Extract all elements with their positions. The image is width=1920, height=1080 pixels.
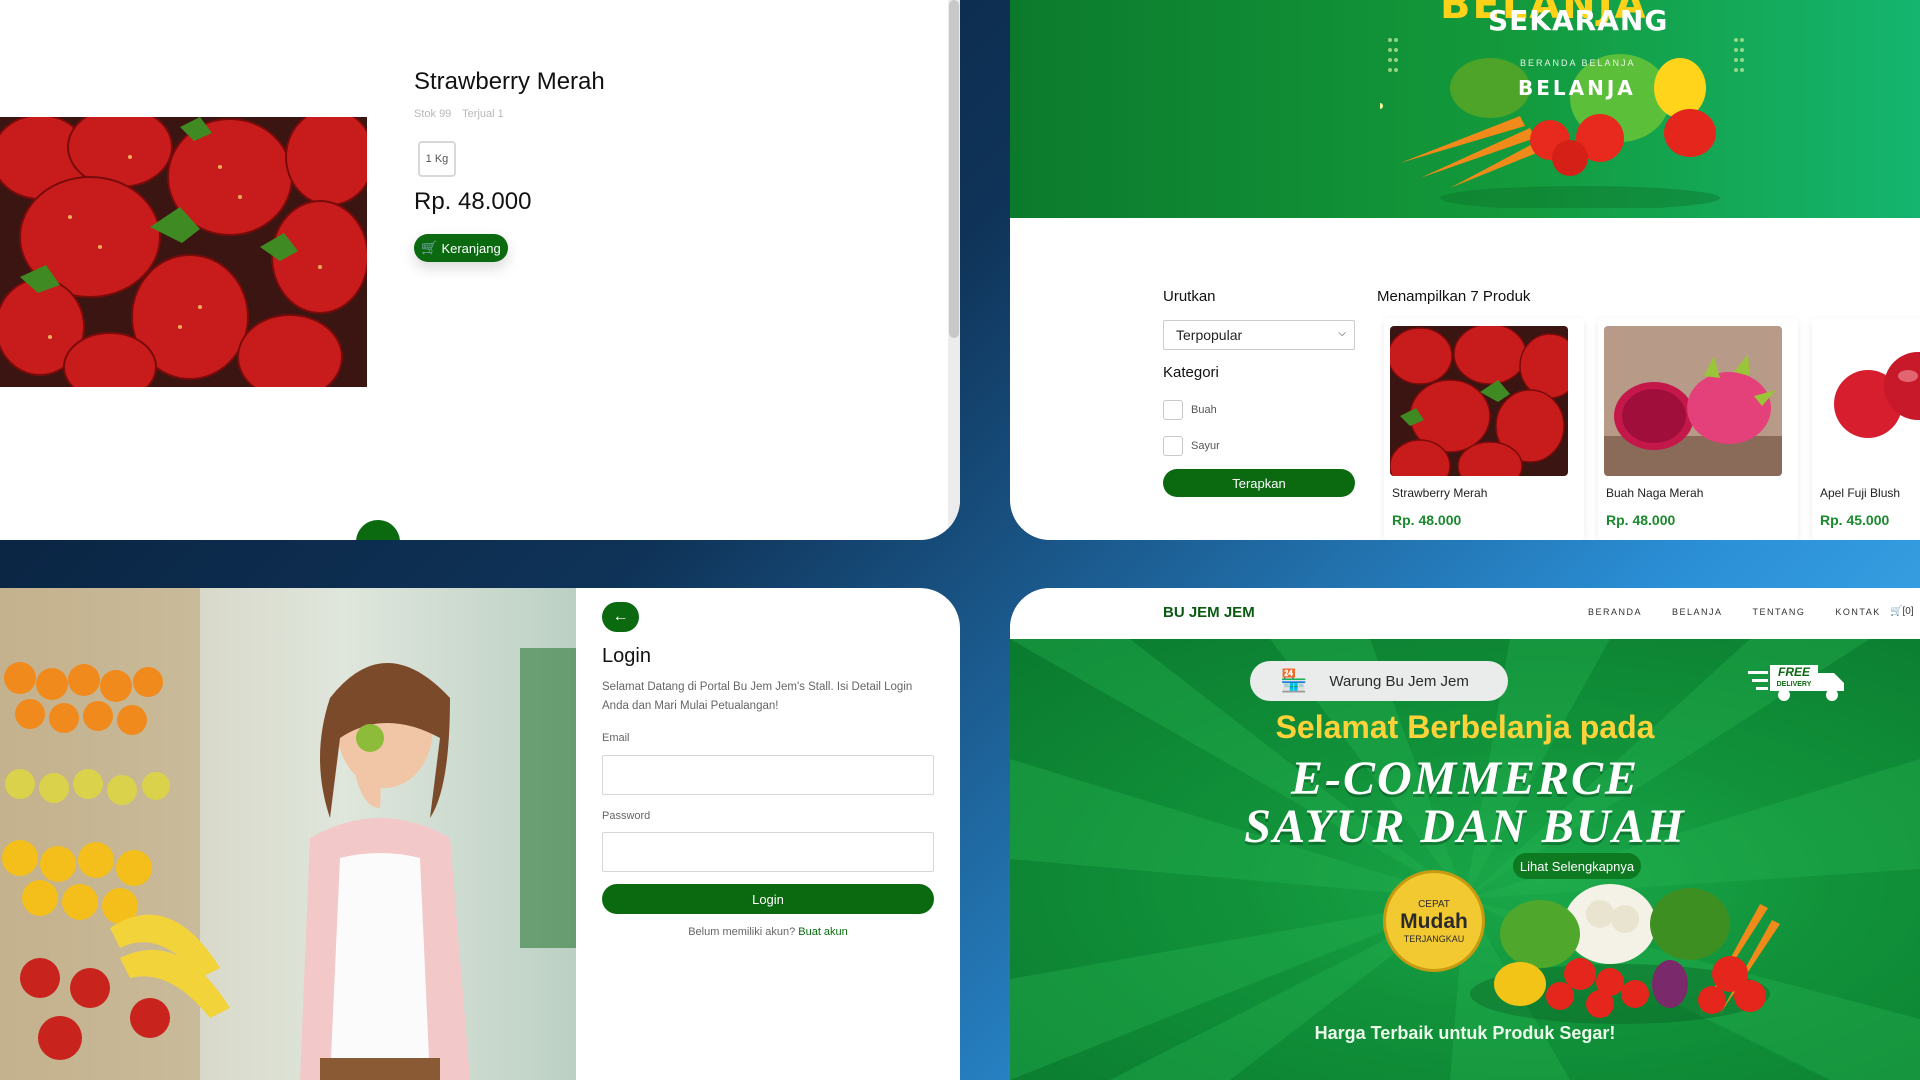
product-price: Rp. 48.000 [1606, 512, 1676, 528]
chevron-down-icon: ⌵ [1338, 328, 1346, 339]
product-image [1604, 326, 1782, 476]
product-name: Strawberry Merah [1392, 486, 1488, 500]
shop-panel: BELANJA SEKARANG BERANDA BELANJA BELANJA… [1010, 0, 1920, 540]
product-price: Rp. 48.000 [1392, 512, 1462, 528]
cart-icon: 🛒 [421, 240, 438, 255]
product-name: Apel Fuji Blush [1820, 486, 1901, 500]
cart-button[interactable]: 🛒[0] [1890, 606, 1914, 617]
badge-bottom: TERJANGKAU [1403, 933, 1465, 944]
hero-banner: 🏪 Warung Bu Jem Jem FREE DELIVERY Selama… [1010, 639, 1920, 1080]
product-price: Rp. 48.000 [414, 188, 532, 215]
signup-text: Belum memiliki akun? [688, 926, 796, 938]
nav-item-belanja[interactable]: BELANJA [1672, 607, 1723, 617]
home-panel: BU JEM JEM BERANDA BELANJA TENTANG KONTA… [1010, 588, 1920, 1080]
product-card[interactable]: Apel Fuji Blush Rp. 45.000 [1812, 318, 1920, 540]
floating-button[interactable] [356, 520, 400, 540]
category-option-sayur[interactable]: Sayur [1163, 436, 1220, 456]
hero-title-line2: SAYUR DAN BUAH [1244, 800, 1686, 853]
signup-link[interactable]: Buat akun [798, 926, 848, 938]
add-to-cart-button[interactable]: 🛒 Keranjang [414, 234, 508, 262]
banner-breadcrumb: BERANDA BELANJA [1520, 58, 1636, 68]
product-image [1818, 326, 1920, 476]
category-name: Buah [1191, 404, 1217, 416]
store-name: Warung Bu Jem Jem [1329, 672, 1469, 690]
hero-greeting: Selamat Berbelanja pada [1275, 709, 1655, 745]
free-delivery-bottom: DELIVERY [1777, 681, 1812, 688]
add-to-cart-label: Keranjang [441, 240, 501, 256]
stock-count: Stok 99 [414, 108, 452, 120]
vegetables-illustration [1470, 884, 1780, 1024]
scrollbar-thumb[interactable] [949, 0, 959, 338]
sort-dropdown[interactable]: Terpopular ⌵ [1163, 320, 1355, 350]
scrollbar[interactable] [948, 0, 960, 540]
badge-main: Mudah [1400, 909, 1468, 933]
product-image [1390, 326, 1568, 476]
product-detail-panel: Strawberry Merah Stok 99 Terjual 1 1 Kg … [0, 0, 960, 540]
product-meta: Stok 99 Terjual 1 [414, 108, 512, 120]
product-count: Menampilkan 7 Produk [1377, 288, 1531, 305]
sort-label: Urutkan [1163, 288, 1216, 305]
product-name: Buah Naga Merah [1606, 486, 1704, 500]
hero-tagline: Harga Terbaik untuk Produk Segar! [1314, 1023, 1616, 1043]
hero-title-line1: E-COMMERCE [1290, 752, 1640, 805]
free-delivery-icon: FREE DELIVERY [1748, 665, 1844, 701]
vegetables-illustration [1380, 38, 1744, 208]
password-label: Password [602, 810, 651, 822]
category-name: Sayur [1191, 440, 1220, 452]
badge-top: CEPAT [1418, 898, 1450, 910]
product-card[interactable]: Strawberry Merah Rp. 48.000 [1384, 318, 1584, 540]
product-photo [0, 117, 367, 387]
sold-count: Terjual 1 [462, 108, 504, 120]
store-icon: 🏪 [1280, 668, 1308, 693]
cart-icon: 🛒 [1890, 606, 1903, 617]
email-field[interactable] [602, 755, 934, 795]
email-label: Email [602, 732, 630, 744]
signup-prompt: Belum memiliki akun? Buat akun [602, 926, 934, 938]
product-name: Strawberry Merah [414, 68, 605, 95]
sort-value: Terpopular [1176, 327, 1243, 343]
top-navbar: BU JEM JEM BERANDA BELANJA TENTANG KONTA… [1010, 588, 1920, 639]
banner-title: BELANJA [1518, 76, 1636, 100]
nav-item-beranda[interactable]: BERANDA [1588, 607, 1642, 617]
nav-links: BERANDA BELANJA TENTANG KONTAK [1588, 607, 1881, 617]
variant-option[interactable]: 1 Kg [418, 141, 456, 177]
checkbox[interactable] [1163, 400, 1183, 420]
shop-banner: BELANJA SEKARANG BERANDA BELANJA BELANJA [1010, 0, 1920, 218]
login-button[interactable]: Login [602, 884, 934, 914]
login-panel: ← Login Selamat Datang di Portal Bu Jem … [0, 588, 960, 1080]
category-option-buah[interactable]: Buah [1163, 400, 1217, 420]
shopper-photo [0, 588, 576, 1080]
category-label: Kategori [1163, 364, 1219, 381]
apply-filter-button[interactable]: Terapkan [1163, 469, 1355, 497]
nav-item-kontak[interactable]: KONTAK [1835, 607, 1880, 617]
free-delivery-top: FREE [1778, 665, 1811, 679]
arrow-left-icon: ← [612, 608, 629, 625]
cart-count: [0] [1902, 606, 1914, 617]
password-field[interactable] [602, 832, 934, 872]
nav-item-tentang[interactable]: TENTANG [1753, 607, 1806, 617]
promo-badge: CEPAT Mudah TERJANGKAU [1383, 870, 1485, 972]
brand-logo[interactable]: BU JEM JEM [1163, 604, 1255, 621]
see-more-button[interactable]: Lihat Selengkapnya [1513, 853, 1641, 879]
store-name-pill: 🏪 Warung Bu Jem Jem [1250, 661, 1508, 701]
product-price: Rp. 45.000 [1820, 512, 1890, 528]
back-button[interactable]: ← [602, 602, 639, 632]
product-card[interactable]: Buah Naga Merah Rp. 48.000 [1598, 318, 1798, 540]
login-title: Login [602, 645, 651, 667]
checkbox[interactable] [1163, 436, 1183, 456]
login-description: Selamat Datang di Portal Bu Jem Jem's St… [602, 681, 913, 712]
